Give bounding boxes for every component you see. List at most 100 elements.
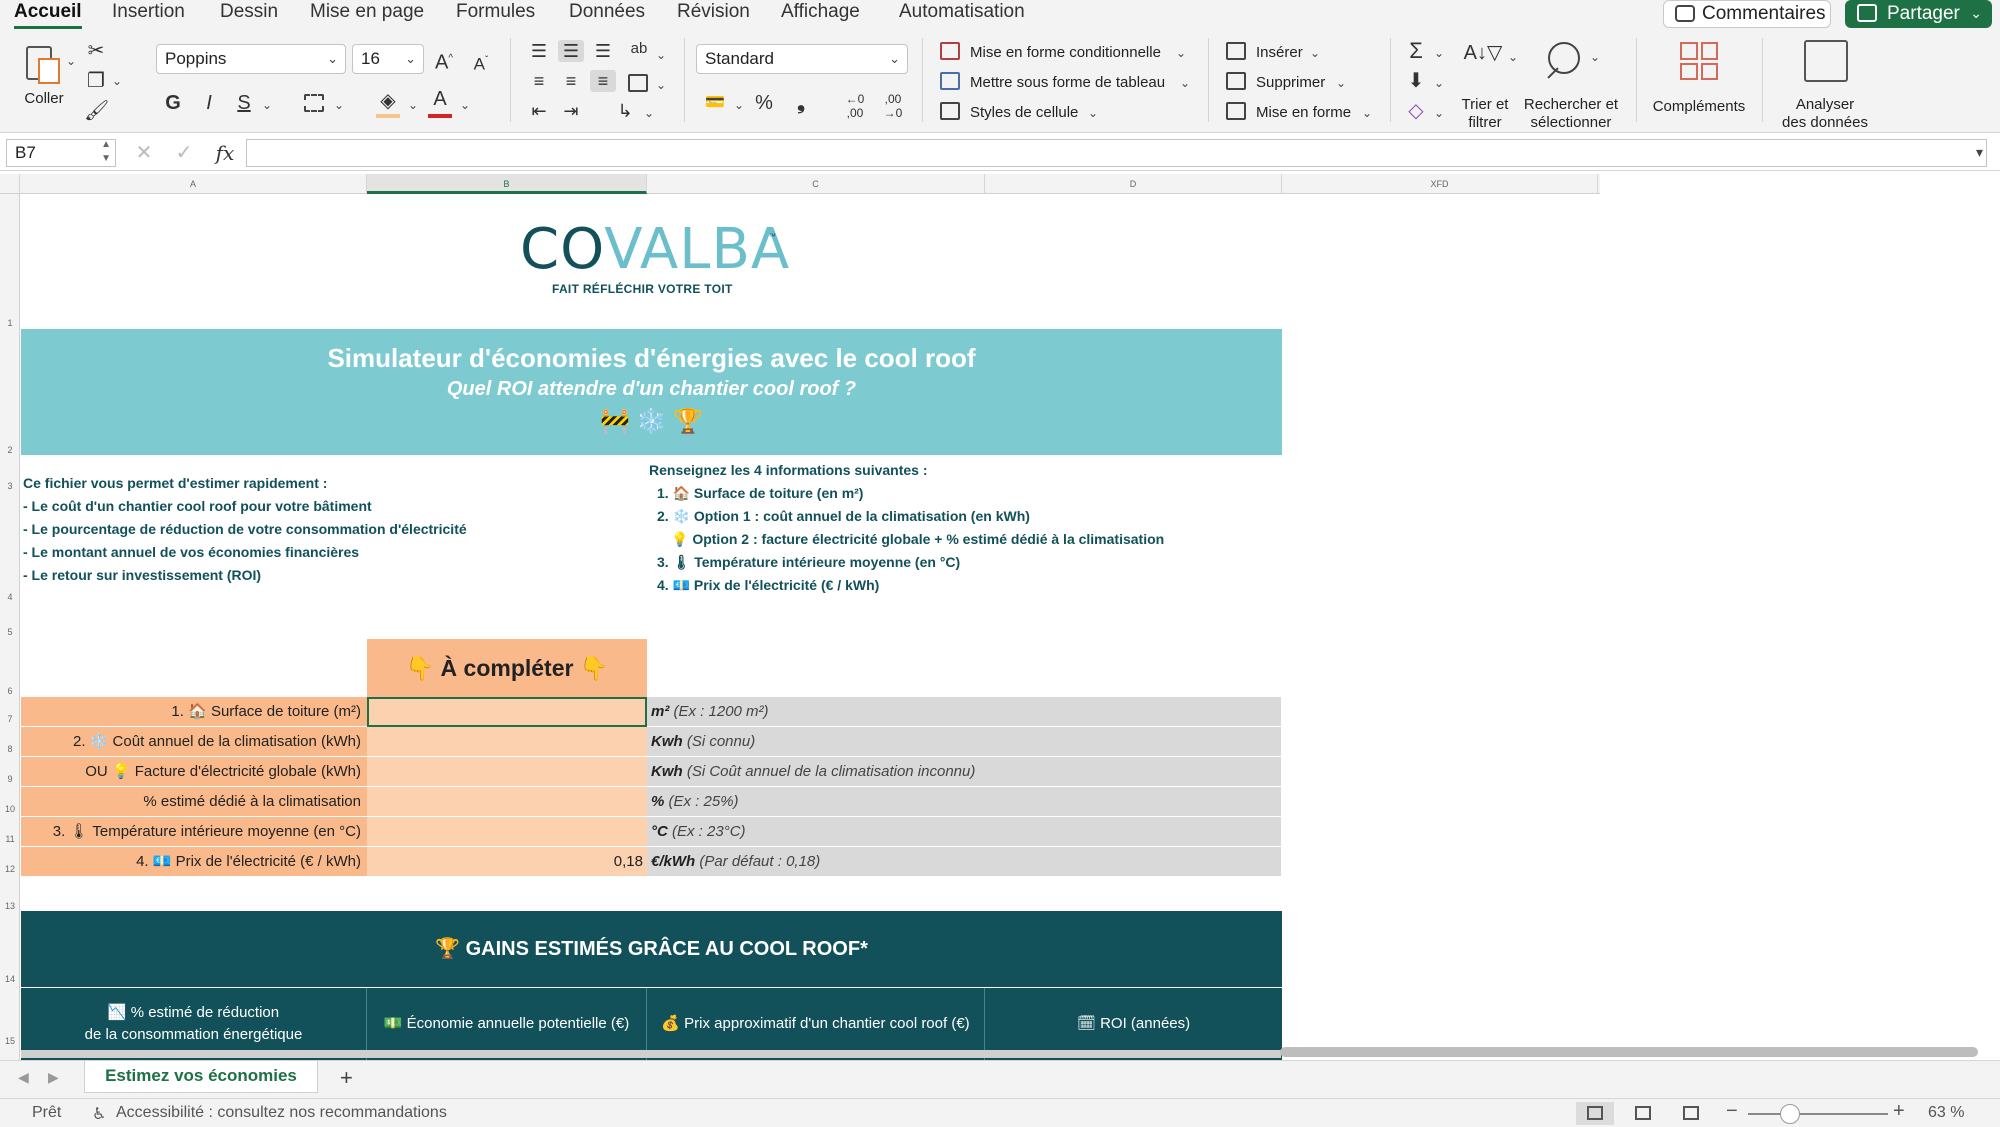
row-header[interactable]: 2 bbox=[0, 445, 20, 455]
format-as-table-button[interactable]: Mettre sous forme de tableau bbox=[970, 74, 1165, 92]
increase-decimal-icon[interactable]: ←0,00 bbox=[840, 92, 870, 120]
addins-button[interactable]: Compléments bbox=[1646, 38, 1756, 128]
chevron-down-icon[interactable]: ⌄ bbox=[1336, 76, 1346, 90]
paste-button[interactable] bbox=[22, 44, 62, 86]
sheet-tab-estimez[interactable]: Estimez vos économies bbox=[84, 1061, 318, 1093]
decrease-indent-icon[interactable]: ⇤ bbox=[528, 100, 550, 122]
accessibility-status[interactable]: Accessibilité : consultez nos recommanda… bbox=[116, 1104, 447, 1122]
tab-mise-en-page[interactable]: Mise en page bbox=[310, 0, 424, 24]
page-layout-view-button[interactable] bbox=[1624, 1102, 1662, 1125]
wrap-text-icon[interactable]: ↳ bbox=[614, 100, 636, 122]
cancel-icon[interactable]: ✕ bbox=[132, 142, 156, 164]
column-header-xfd[interactable]: XFD bbox=[1282, 174, 1598, 194]
page-break-view-button[interactable] bbox=[1672, 1102, 1710, 1125]
horizontal-scrollbar[interactable] bbox=[1280, 1047, 1978, 1057]
align-top-icon[interactable]: ☰ bbox=[528, 40, 550, 62]
chevron-down-icon[interactable]: ⌄ bbox=[1434, 106, 1444, 120]
row-header[interactable]: 13 bbox=[0, 901, 20, 911]
percent-button[interactable]: % bbox=[752, 92, 776, 114]
decrease-decimal-icon[interactable]: ,00 →0 bbox=[878, 92, 908, 120]
chevron-down-icon[interactable]: ⌄ bbox=[656, 48, 666, 62]
underline-button[interactable]: S bbox=[233, 92, 255, 114]
italic-button[interactable]: I bbox=[198, 92, 220, 114]
row-header[interactable]: 10 bbox=[0, 804, 20, 814]
form-input-surface[interactable] bbox=[367, 697, 647, 727]
align-right-icon[interactable]: ≡ bbox=[590, 70, 616, 92]
zoom-slider-knob[interactable] bbox=[1780, 1104, 1800, 1124]
select-all-corner[interactable] bbox=[0, 174, 20, 194]
column-header-a[interactable]: A bbox=[20, 174, 367, 194]
autosum-icon[interactable]: Σ bbox=[1404, 40, 1428, 62]
form-input-facture[interactable] bbox=[367, 757, 647, 787]
align-middle-icon[interactable]: ☰ bbox=[558, 40, 584, 62]
row-header[interactable]: 11 bbox=[0, 834, 20, 844]
conditional-format-button[interactable]: Mise en forme conditionnelle bbox=[970, 44, 1161, 62]
chevron-down-icon[interactable]: ⌄ bbox=[1088, 106, 1098, 120]
cut-icon[interactable]: ✂ bbox=[84, 40, 108, 62]
chevron-down-icon[interactable]: ⌄ bbox=[1434, 46, 1444, 60]
chevron-down-icon[interactable]: ⌄ bbox=[1176, 46, 1186, 60]
normal-view-button[interactable] bbox=[1576, 1102, 1614, 1125]
format-button[interactable]: Mise en forme bbox=[1256, 104, 1351, 122]
row-header[interactable]: 14 bbox=[0, 974, 20, 984]
tab-donnees[interactable]: Données bbox=[569, 0, 645, 24]
chevron-down-icon[interactable]: ⌄ bbox=[1434, 76, 1444, 90]
currency-icon[interactable]: 💳 bbox=[702, 92, 728, 114]
chevron-down-icon[interactable]: ⌄ bbox=[460, 98, 470, 112]
comma-button[interactable]: ❟ bbox=[790, 92, 812, 114]
chevron-down-icon[interactable]: ⌄ bbox=[262, 98, 272, 112]
form-input-price[interactable]: 0,18 bbox=[367, 847, 647, 877]
fill-color-icon[interactable]: ◈ bbox=[376, 90, 400, 112]
bold-button[interactable]: G bbox=[162, 92, 184, 114]
chevron-down-icon[interactable]: ⌄ bbox=[1180, 76, 1190, 90]
align-center-icon[interactable]: ≡ bbox=[560, 70, 582, 92]
chevron-down-icon[interactable]: ▾ bbox=[1976, 144, 1983, 161]
row-header[interactable]: 3 bbox=[0, 481, 20, 491]
form-input-clim[interactable] bbox=[367, 727, 647, 757]
row-header[interactable]: 9 bbox=[0, 774, 20, 784]
form-input-temperature[interactable] bbox=[367, 817, 647, 847]
formula-input[interactable] bbox=[246, 139, 1987, 167]
add-sheet-icon[interactable]: + bbox=[340, 1065, 353, 1091]
chevron-down-icon[interactable]: ⌄ bbox=[734, 98, 744, 112]
column-header-b[interactable]: B bbox=[367, 174, 647, 194]
row-header[interactable]: 15 bbox=[0, 1036, 20, 1046]
name-box-stepper-icon[interactable]: ▲ ▼ bbox=[101, 138, 111, 166]
align-bottom-icon[interactable]: ☰ bbox=[592, 40, 614, 62]
enter-icon[interactable]: ✓ bbox=[172, 142, 196, 164]
borders-icon[interactable] bbox=[304, 94, 324, 112]
format-painter-icon[interactable]: 🖌 bbox=[84, 100, 109, 122]
fill-icon[interactable]: ⬇ bbox=[1404, 70, 1428, 92]
row-header[interactable]: 6 bbox=[0, 686, 20, 696]
share-button[interactable]: Partager ⌄ bbox=[1845, 0, 1992, 28]
tab-revision[interactable]: Révision bbox=[677, 0, 750, 24]
chevron-down-icon[interactable]: ⌄ bbox=[1362, 106, 1372, 120]
orientation-icon[interactable]: ab bbox=[628, 38, 650, 60]
tab-insertion[interactable]: Insertion bbox=[112, 0, 185, 24]
copy-icon[interactable]: ❐ bbox=[84, 70, 108, 92]
tab-dessin[interactable]: Dessin bbox=[220, 0, 278, 24]
chevron-down-icon[interactable]: ⌄ bbox=[66, 54, 76, 68]
analyze-data-button[interactable]: Analyser des données bbox=[1772, 38, 1882, 131]
cell-styles-button[interactable]: Styles de cellule bbox=[970, 104, 1078, 122]
row-header[interactable]: 5 bbox=[0, 627, 20, 637]
align-left-icon[interactable]: ≡ bbox=[528, 70, 550, 92]
name-box[interactable]: B7 ▲ ▼ bbox=[6, 139, 116, 167]
chevron-down-icon[interactable]: ⌄ bbox=[656, 78, 666, 92]
form-input-percent[interactable] bbox=[367, 787, 647, 817]
chevron-down-icon[interactable]: ⌄ bbox=[334, 98, 344, 112]
chevron-down-icon[interactable]: ⌄ bbox=[1310, 46, 1320, 60]
column-header-d[interactable]: D bbox=[985, 174, 1282, 194]
font-name-select[interactable]: Poppins ⌄ bbox=[156, 44, 346, 74]
tab-formules[interactable]: Formules bbox=[456, 0, 535, 24]
chevron-down-icon[interactable]: ⌄ bbox=[408, 98, 418, 112]
number-format-select[interactable]: Standard ⌄ bbox=[696, 44, 908, 74]
zoom-level[interactable]: 63 % bbox=[1928, 1104, 1964, 1122]
function-icon[interactable]: fx bbox=[212, 142, 238, 164]
grow-font-icon[interactable]: A^ bbox=[432, 48, 456, 74]
chevron-down-icon[interactable]: ⌄ bbox=[112, 74, 122, 88]
font-size-select[interactable]: 16 ⌄ bbox=[352, 44, 424, 74]
tab-accueil[interactable]: Accueil bbox=[14, 0, 82, 29]
insert-button[interactable]: Insérer bbox=[1256, 44, 1303, 62]
tab-automatisation[interactable]: Automatisation bbox=[899, 0, 1025, 24]
